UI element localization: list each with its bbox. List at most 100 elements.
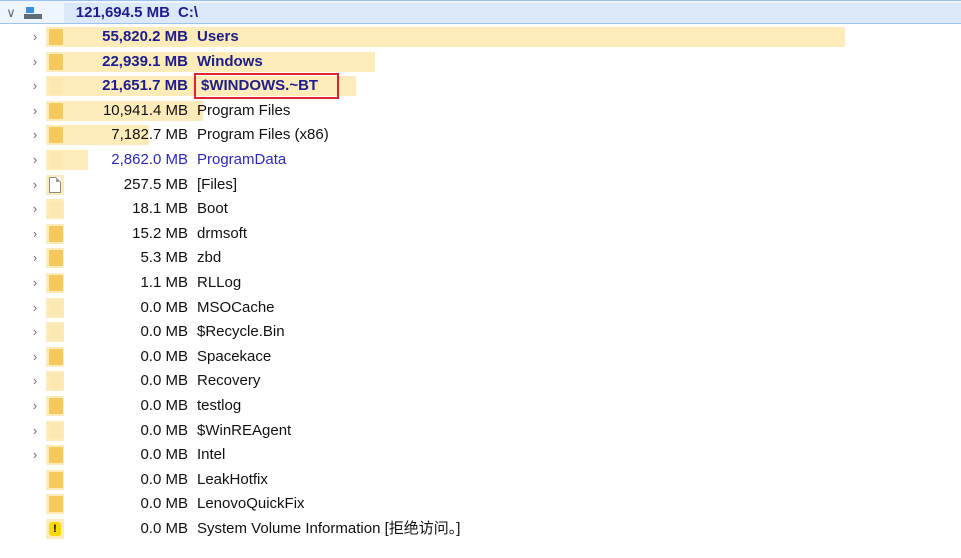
row-size: 1.1 MB [140,274,188,291]
row-name: testlog [197,397,242,414]
folder-icon [49,127,63,144]
warning-icon: ! [49,522,61,536]
tree-row[interactable]: › 0.0 MB Intel [0,443,961,467]
folder-icon [49,471,63,488]
folder-icon [49,102,63,119]
row-size: 18.1 MB [132,200,188,218]
row-name: Boot [197,200,228,218]
row-name: MSOCache [197,298,275,316]
row-name: Spacekace [197,347,272,365]
row-name: LenovoQuickFix [197,495,305,513]
row-name: [Files] [197,175,238,193]
root-name: C:\ [178,4,198,21]
row-size: 0.0 MB [140,298,188,316]
chevron-right-icon[interactable]: › [28,320,42,344]
tree-row[interactable]: › 0.0 MB MSOCache [0,296,961,320]
tree-row[interactable]: › 55,820.2 MB Users [0,25,961,49]
folder-icon [49,275,63,291]
chevron-right-icon[interactable]: › [28,419,42,443]
tree-row[interactable]: › 0.0 MB Spacekace [0,345,961,369]
tree-row[interactable]: › 22,939.1 MB Windows [0,50,961,74]
chevron-right-icon[interactable]: › [28,345,42,369]
row-name: $WinREAgent [197,421,292,439]
row-size: 5.3 MB [140,249,188,267]
tree-row[interactable]: › 21,651.7 MB $WINDOWS.~BT [0,73,961,100]
row-size: 0.0 MB [140,421,188,439]
tree-row[interactable]: › 15.2 MB drmsoft [0,222,961,246]
row-size: 22,939.1 MB [102,52,188,70]
row-size: 0.0 MB [140,520,188,537]
folder-icon [49,29,63,45]
chevron-right-icon[interactable]: › [28,148,42,172]
row-size: 257.5 MB [123,175,188,193]
row-size: 0.0 MB [140,347,188,365]
tree-row[interactable]: › 0.0 MB Recovery [0,369,961,393]
folder-icon [49,225,63,242]
row-name: System Volume Information [拒绝访问。] [197,520,461,537]
chevron-right-icon[interactable]: › [28,25,42,49]
chevron-down-icon[interactable]: ∨ [4,1,18,25]
tree-row[interactable]: › 0.0 MB $Recycle.Bin [0,320,961,344]
chevron-right-icon[interactable]: › [28,369,42,393]
chevron-right-icon[interactable]: › [28,222,42,246]
row-size: 0.0 MB [140,372,188,390]
row-name: Recovery [197,372,261,390]
tree-row[interactable]: › 1.1 MB RLLog [0,271,961,295]
row-name: RLLog [197,274,242,291]
row-name: Program Files [197,101,291,119]
chevron-right-icon[interactable]: › [28,271,42,295]
chevron-right-icon[interactable]: › [28,246,42,270]
row-size: 21,651.7 MB [102,77,188,95]
row-size: 2,862.0 MB [111,151,188,168]
folder-icon [49,250,63,267]
folder-icon [49,299,63,316]
row-name: Users [197,28,239,45]
chevron-right-icon[interactable]: › [28,74,42,98]
row-name: Program Files (x86) [197,126,329,144]
tree-row[interactable]: › 5.3 MB zbd [0,246,961,270]
row-size: 0.0 MB [140,495,188,513]
folder-icon [49,496,63,513]
file-icon [49,176,61,193]
size-bar [64,3,961,23]
row-name: ProgramData [197,151,287,168]
tree-row[interactable]: › 7,182.7 MB Program Files (x86) [0,123,961,147]
folder-icon [49,422,63,439]
tree-row[interactable]: 0.0 MB LeakHotfix [0,468,961,492]
tree-row[interactable]: › 10,941.4 MB Program Files [0,99,961,123]
tree-row[interactable]: › 0.0 MB testlog [0,394,961,418]
row-name: Intel [197,446,226,464]
row-name: drmsoft [197,224,248,242]
row-size: 0.0 MB [140,446,188,464]
tree-row[interactable]: › 18.1 MB Boot [0,197,961,221]
row-size: 0.0 MB [140,397,188,414]
folder-icon [49,53,63,70]
chevron-right-icon[interactable]: › [28,50,42,74]
row-size: 15.2 MB [132,224,188,242]
tree-row[interactable]: › 2,862.0 MB ProgramData [0,148,961,172]
folder-icon [49,201,63,218]
row-size: 10,941.4 MB [102,101,188,119]
row-name: zbd [197,249,222,267]
chevron-right-icon[interactable]: › [28,123,42,147]
row-name: LeakHotfix [197,470,268,488]
chevron-right-icon[interactable]: › [28,443,42,467]
folder-icon [49,78,63,95]
chevron-right-icon[interactable]: › [28,197,42,221]
row-name: $Recycle.Bin [197,323,285,341]
row-size: 7,182.7 MB [111,126,188,144]
row-size: 0.0 MB [140,470,188,488]
tree-row[interactable]: › 257.5 MB [Files] [0,173,961,197]
highlight-box [194,73,339,100]
chevron-right-icon[interactable]: › [28,394,42,418]
tree-row[interactable]: ! 0.0 MB System Volume Information [拒绝访问。] [0,517,961,541]
chevron-right-icon[interactable]: › [28,99,42,123]
tree-row[interactable]: 0.0 MB LenovoQuickFix [0,492,961,516]
chevron-right-icon[interactable]: › [28,173,42,197]
folder-size-tree: ∨ 121,694.5 MB C:\ › 55,820.2 MB Users › 22,… [0,0,961,558]
row-name: Windows [197,52,263,70]
tree-root-row[interactable]: ∨ 121,694.5 MB C:\ [0,0,961,24]
folder-icon [49,373,63,390]
chevron-right-icon[interactable]: › [28,296,42,320]
tree-row[interactable]: › 0.0 MB $WinREAgent [0,419,961,443]
